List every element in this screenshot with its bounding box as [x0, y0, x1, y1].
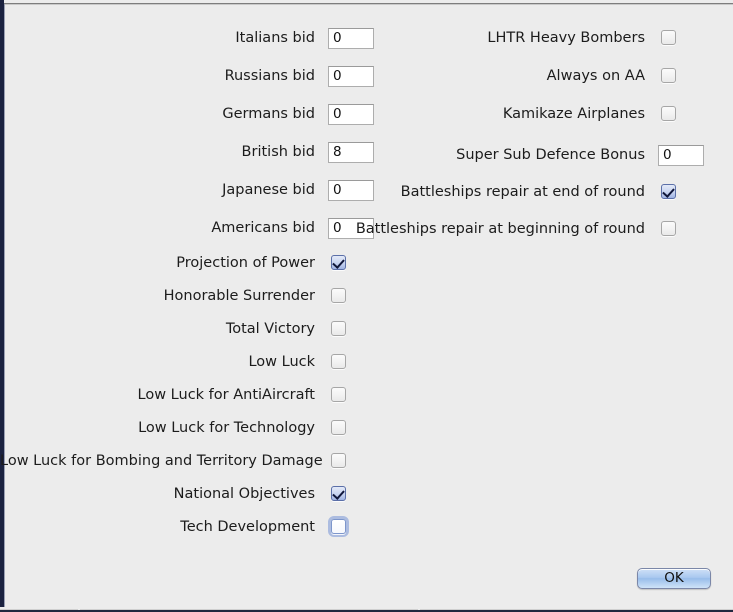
super-sub-defence-bonus-input[interactable]	[658, 144, 704, 166]
empty-checkbox-icon	[331, 321, 346, 336]
option-checkbox[interactable]	[328, 450, 350, 472]
checkmark-icon	[331, 486, 346, 501]
empty-checkbox-icon	[331, 519, 346, 534]
option-checkbox[interactable]	[328, 384, 350, 406]
option-checkbox[interactable]	[328, 252, 350, 274]
empty-checkbox-icon	[661, 30, 676, 45]
checkmark-icon	[661, 184, 676, 199]
option-row: Kamikaze Airplanes	[0, 102, 680, 126]
empty-checkbox-icon	[661, 106, 676, 121]
window-bottom-seg	[0, 609, 78, 610]
option-row: LHTR Heavy Bombers	[0, 26, 680, 50]
option-checkbox[interactable]	[328, 417, 350, 439]
option-checkbox[interactable]	[328, 483, 350, 505]
empty-checkbox-icon	[331, 354, 346, 369]
empty-checkbox-icon	[661, 68, 676, 83]
empty-checkbox-icon	[331, 387, 346, 402]
option-label: Projection of Power	[176, 254, 315, 271]
option-row: Super Sub Defence Bonus	[0, 143, 704, 167]
option-checkbox[interactable]	[658, 103, 680, 125]
empty-checkbox-icon	[331, 288, 346, 303]
option-label: Low Luck for AntiAircraft	[137, 386, 315, 403]
option-label: Tech Development	[180, 518, 315, 535]
window-bottom-seg	[80, 609, 418, 610]
ok-button[interactable]: OK	[637, 568, 711, 589]
option-checkbox[interactable]	[328, 318, 350, 340]
option-checkbox[interactable]	[658, 65, 680, 87]
option-row: Battleships repair at end of round	[0, 180, 680, 204]
option-checkbox[interactable]	[328, 516, 350, 538]
window-bottom-seg	[420, 609, 733, 610]
option-label: Battleships repair at end of round	[400, 183, 645, 200]
window-top-highlight	[0, 4, 733, 5]
empty-checkbox-icon	[331, 453, 346, 468]
option-label: Always on AA	[546, 67, 645, 84]
options-dialog: Italians bidRussians bidGermans bidBriti…	[0, 0, 733, 612]
empty-checkbox-icon	[331, 420, 346, 435]
option-label: Honorable Surrender	[163, 287, 315, 304]
option-checkbox[interactable]	[328, 351, 350, 373]
option-label: Low Luck for Bombing and Territory Damag…	[0, 452, 323, 469]
option-checkbox[interactable]	[658, 27, 680, 49]
option-row: Always on AA	[0, 64, 680, 88]
checkmark-icon	[331, 255, 346, 270]
option-label: Battleships repair at beginning of round	[355, 220, 645, 237]
option-label: National Objectives	[173, 485, 315, 502]
option-label: Kamikaze Airplanes	[502, 105, 645, 122]
option-checkbox[interactable]	[658, 218, 680, 240]
option-row: Tech Development	[0, 515, 350, 539]
option-row: Battleships repair at beginning of round	[0, 217, 680, 241]
option-label: Total Victory	[225, 320, 315, 337]
option-checkbox[interactable]	[658, 181, 680, 203]
option-row: Low Luck	[0, 350, 350, 374]
option-row: Projection of Power	[0, 251, 350, 275]
option-label: Super Sub Defence Bonus	[456, 146, 645, 163]
option-row: Low Luck for Technology	[0, 416, 350, 440]
option-row: Total Victory	[0, 317, 350, 341]
option-checkbox[interactable]	[328, 285, 350, 307]
option-row: Honorable Surrender	[0, 284, 350, 308]
option-label: Low Luck	[248, 353, 315, 370]
option-label: LHTR Heavy Bombers	[487, 29, 645, 46]
option-label: Low Luck for Technology	[138, 419, 315, 436]
option-row: Low Luck for Bombing and Territory Damag…	[0, 449, 350, 473]
option-row: National Objectives	[0, 482, 350, 506]
empty-checkbox-icon	[661, 221, 676, 236]
option-row: Low Luck for AntiAircraft	[0, 383, 350, 407]
